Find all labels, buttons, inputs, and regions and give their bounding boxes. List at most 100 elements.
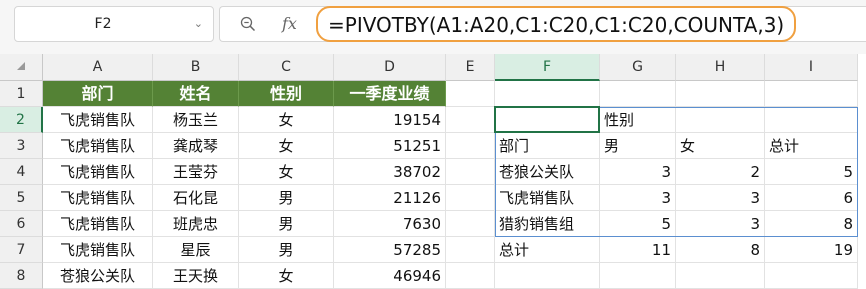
cell-f6[interactable]: 猎豹销售组 xyxy=(495,211,600,237)
column-header-g[interactable]: G xyxy=(600,54,676,81)
cell-c1[interactable]: 性别 xyxy=(239,81,334,107)
cell-e2[interactable] xyxy=(446,107,495,133)
cell-b6[interactable]: 班虎忠 xyxy=(153,211,239,237)
cell-h4[interactable]: 2 xyxy=(676,159,765,185)
cell-h7[interactable]: 8 xyxy=(676,237,765,263)
column-header-b[interactable]: B xyxy=(153,54,239,81)
formula-input-area[interactable]: fx =PIVOTBY(A1:A20,C1:C20,C1:C20,COUNTA,… xyxy=(219,6,866,42)
cell-h8[interactable] xyxy=(676,263,765,289)
cell-c7[interactable]: 男 xyxy=(239,237,334,263)
cell-g4[interactable]: 3 xyxy=(600,159,676,185)
chevron-down-icon[interactable]: ⌄ xyxy=(194,7,203,41)
cell-g8[interactable] xyxy=(600,263,676,289)
cell-d3[interactable]: 51251 xyxy=(334,133,446,159)
cell-c6[interactable]: 男 xyxy=(239,211,334,237)
cell-a2[interactable]: 飞虎销售队 xyxy=(43,107,153,133)
cell-g2[interactable]: 性别 xyxy=(600,107,676,133)
cell-e8[interactable] xyxy=(446,263,495,289)
cell-a6[interactable]: 飞虎销售队 xyxy=(43,211,153,237)
cell-e5[interactable] xyxy=(446,185,495,211)
cell-f2[interactable] xyxy=(495,107,600,133)
cell-e6[interactable] xyxy=(446,211,495,237)
cell-d7[interactable]: 57285 xyxy=(334,237,446,263)
cell-h1[interactable] xyxy=(676,81,765,107)
formula-text[interactable]: =PIVOTBY(A1:A20,C1:C20,C1:C20,COUNTA,3) xyxy=(316,6,797,42)
cell-e3[interactable] xyxy=(446,133,495,159)
cell-f1[interactable] xyxy=(495,81,600,107)
formula-bar: F2 ⌄ fx =PIVOTBY(A1:A20,C1:C20,C1:C20,CO… xyxy=(0,0,866,54)
row-header-8[interactable]: 8 xyxy=(0,263,43,289)
row-header-1[interactable]: 1 xyxy=(0,81,43,107)
cell-a1[interactable]: 部门 xyxy=(43,81,153,107)
cell-h5[interactable]: 3 xyxy=(676,185,765,211)
cell-f8[interactable] xyxy=(495,263,600,289)
cell-c8[interactable]: 女 xyxy=(239,263,334,289)
zoom-icon[interactable] xyxy=(240,16,256,32)
cell-i1[interactable] xyxy=(765,81,858,107)
row-header-2[interactable]: 2 xyxy=(0,107,43,133)
row-header-4[interactable]: 4 xyxy=(0,159,43,185)
column-header-i[interactable]: I xyxy=(765,54,858,81)
select-all-corner[interactable] xyxy=(0,54,43,81)
cell-i2[interactable] xyxy=(765,107,858,133)
row-header-7[interactable]: 7 xyxy=(0,237,43,263)
column-header-e[interactable]: E xyxy=(446,54,495,81)
cell-c3[interactable]: 女 xyxy=(239,133,334,159)
cell-b3[interactable]: 龚成琴 xyxy=(153,133,239,159)
cell-f4[interactable]: 苍狼公关队 xyxy=(495,159,600,185)
cell-h2[interactable] xyxy=(676,107,765,133)
cell-g7[interactable]: 11 xyxy=(600,237,676,263)
cell-a5[interactable]: 飞虎销售队 xyxy=(43,185,153,211)
cell-e4[interactable] xyxy=(446,159,495,185)
cell-d5[interactable]: 21126 xyxy=(334,185,446,211)
cell-a4[interactable]: 飞虎销售队 xyxy=(43,159,153,185)
row-header-6[interactable]: 6 xyxy=(0,211,43,237)
cell-a8[interactable]: 苍狼公关队 xyxy=(43,263,153,289)
cell-b1[interactable]: 姓名 xyxy=(153,81,239,107)
cell-i6[interactable]: 8 xyxy=(765,211,858,237)
select-all-triangle-icon xyxy=(17,62,25,70)
row-header-3[interactable]: 3 xyxy=(0,133,43,159)
cell-g6[interactable]: 5 xyxy=(600,211,676,237)
column-header-f[interactable]: F xyxy=(495,54,600,81)
cell-i7[interactable]: 19 xyxy=(765,237,858,263)
cell-b5[interactable]: 石化昆 xyxy=(153,185,239,211)
row-header-5[interactable]: 5 xyxy=(0,185,43,211)
cell-b4[interactable]: 王莹芬 xyxy=(153,159,239,185)
cell-d2[interactable]: 19154 xyxy=(334,107,446,133)
cell-d4[interactable]: 38702 xyxy=(334,159,446,185)
cell-g5[interactable]: 3 xyxy=(600,185,676,211)
cell-c4[interactable]: 女 xyxy=(239,159,334,185)
cell-i4[interactable]: 5 xyxy=(765,159,858,185)
name-box[interactable]: F2 ⌄ xyxy=(14,6,214,42)
cell-c2[interactable]: 女 xyxy=(239,107,334,133)
cell-c5[interactable]: 男 xyxy=(239,185,334,211)
cell-h3[interactable]: 女 xyxy=(676,133,765,159)
cell-a3[interactable]: 飞虎销售队 xyxy=(43,133,153,159)
cell-e1[interactable] xyxy=(446,81,495,107)
cell-f7[interactable]: 总计 xyxy=(495,237,600,263)
cell-b7[interactable]: 星辰 xyxy=(153,237,239,263)
cell-a7[interactable]: 飞虎销售队 xyxy=(43,237,153,263)
column-header-h[interactable]: H xyxy=(676,54,765,81)
column-header-c[interactable]: C xyxy=(239,54,334,81)
fx-icon[interactable]: fx xyxy=(282,7,297,41)
cell-b2[interactable]: 杨玉兰 xyxy=(153,107,239,133)
name-box-value: F2 xyxy=(94,16,112,32)
cell-h6[interactable]: 3 xyxy=(676,211,765,237)
column-header-d[interactable]: D xyxy=(334,54,446,81)
cell-g3[interactable]: 男 xyxy=(600,133,676,159)
cell-i3[interactable]: 总计 xyxy=(765,133,858,159)
spreadsheet-grid[interactable]: A B C D E F G H I 1 2 3 4 5 6 7 8 部门 姓名 性别 一季度业绩 飞虎销售队 杨玉兰女 191… xyxy=(0,54,866,289)
column-header-a[interactable]: A xyxy=(43,54,153,81)
cell-e7[interactable] xyxy=(446,237,495,263)
cell-i5[interactable]: 6 xyxy=(765,185,858,211)
cell-d6[interactable]: 7630 xyxy=(334,211,446,237)
cell-d8[interactable]: 46946 xyxy=(334,263,446,289)
cell-d1[interactable]: 一季度业绩 xyxy=(334,81,446,107)
cell-f5[interactable]: 飞虎销售队 xyxy=(495,185,600,211)
cell-b8[interactable]: 王天换 xyxy=(153,263,239,289)
cell-i8[interactable] xyxy=(765,263,858,289)
cell-g1[interactable] xyxy=(600,81,676,107)
cell-f3[interactable]: 部门 xyxy=(495,133,600,159)
